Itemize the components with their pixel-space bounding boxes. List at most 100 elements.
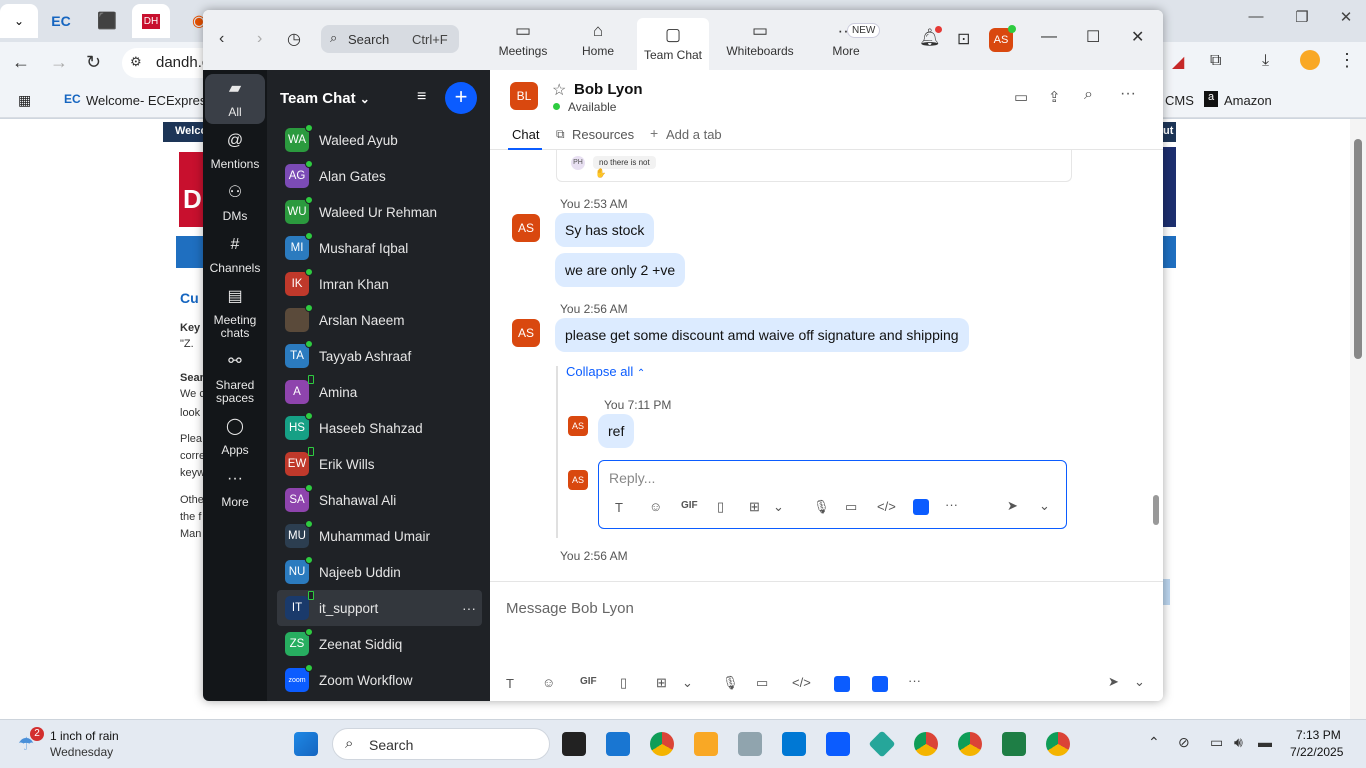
page-scrollbar-thumb[interactable] <box>1354 139 1362 359</box>
forward-icon[interactable]: → <box>50 52 68 73</box>
send-icon[interactable]: ➤ <box>1007 498 1018 514</box>
more-options-icon[interactable]: ··· <box>1120 85 1136 103</box>
app-icon[interactable] <box>913 499 929 515</box>
bookmark-amazon[interactable]: Amazon <box>1224 93 1272 108</box>
page-scrollbar[interactable] <box>1350 119 1366 719</box>
new-chat-button[interactable]: + <box>445 82 477 114</box>
screenshot-icon[interactable]: ⊞ <box>749 499 760 515</box>
chrome-profile-icon-3[interactable] <box>1046 732 1070 756</box>
video-message-icon[interactable]: ▭ <box>845 499 857 515</box>
contact-item[interactable]: TA Tayyab Ashraaf <box>277 338 482 374</box>
message-bubble[interactable]: please get some discount amd waive off s… <box>555 318 969 352</box>
contact-avatar[interactable]: BL <box>510 82 538 110</box>
video-call-icon[interactable]: ▭ <box>1014 88 1028 106</box>
rail-dms[interactable]: ⚇ DMs <box>205 185 265 223</box>
share-screen-icon[interactable]: ⇪ <box>1048 88 1061 106</box>
network-icon[interactable]: ⊘ <box>1178 734 1190 751</box>
nav-more[interactable]: ··· More <box>823 14 869 66</box>
window-close-button[interactable]: ✕ <box>1131 27 1144 47</box>
send-icon[interactable]: ➤ <box>1108 674 1119 690</box>
weather-title[interactable]: 1 inch of rain <box>50 729 119 743</box>
excel-icon[interactable] <box>1002 732 1026 756</box>
star-icon[interactable]: ☆ <box>552 80 566 100</box>
nav-home[interactable]: ⌂ Home <box>577 14 619 66</box>
file-icon[interactable]: ▯ <box>620 675 627 691</box>
filter-icon[interactable]: ≡ <box>417 88 426 106</box>
browser-minimize-button[interactable]: — <box>1236 8 1276 32</box>
reply-input[interactable]: Reply... <box>609 470 655 486</box>
more-icon[interactable]: ··· <box>908 673 921 688</box>
contact-item[interactable]: MU Muhammad Umair <box>277 518 482 554</box>
rail-all[interactable]: ▰ All <box>205 74 265 124</box>
app-diamond-icon[interactable] <box>868 730 896 758</box>
browser-maximize-button[interactable]: ❐ <box>1282 8 1322 32</box>
chevron-up-icon[interactable]: ⌃ <box>1148 734 1160 751</box>
contact-item[interactable]: IT it_support ··· <box>277 590 482 626</box>
rail-more[interactable]: ··· More <box>205 471 265 509</box>
gif-icon[interactable]: GIF <box>681 500 698 511</box>
chat-scrollbar[interactable] <box>1152 150 1160 581</box>
contact-item[interactable]: AG Alan Gates <box>277 158 482 194</box>
browser-tab-2[interactable]: ⬛ <box>88 4 126 38</box>
more-options-icon[interactable]: ··· <box>462 600 476 616</box>
task-view-icon[interactable] <box>562 732 586 756</box>
tab-resources[interactable]: Resources <box>572 127 634 142</box>
window-minimize-button[interactable]: — <box>1041 28 1057 46</box>
contact-item[interactable]: SA Shahawal Ali <box>277 482 482 518</box>
display-icon[interactable]: ▭ <box>1210 734 1223 751</box>
chevron-down-icon[interactable]: ⌄ <box>773 499 784 515</box>
chrome-profile-icon-2[interactable] <box>958 732 982 756</box>
search-chat-icon[interactable]: ⌕ <box>1084 86 1093 104</box>
back-icon[interactable]: ← <box>12 52 30 73</box>
calendar-icon[interactable]: ⊡ <box>957 29 970 49</box>
taskbar-search[interactable]: ⌕ Search <box>332 728 550 760</box>
emoji-icon[interactable]: ☺ <box>649 499 662 514</box>
address-bar[interactable]: ⚙ dandh.c <box>122 48 209 78</box>
app-icon-2[interactable] <box>872 676 888 692</box>
rail-shared-spaces[interactable]: ⚯ Shared spaces <box>205 354 265 405</box>
reply-bubble[interactable]: ref <box>598 414 635 448</box>
rail-channels[interactable]: # Channels <box>205 237 265 275</box>
chevron-down-icon[interactable]: ⌄ <box>1134 674 1145 690</box>
microphone-icon[interactable]: 🎙︎ <box>813 499 830 515</box>
battery-icon[interactable]: ▬ <box>1258 734 1272 750</box>
apps-grid-icon[interactable]: ▦ <box>18 92 31 109</box>
browser-menu-icon[interactable]: ⋮ <box>1338 50 1356 71</box>
file-icon[interactable]: ▯ <box>717 499 724 515</box>
contact-name[interactable]: Bob Lyon <box>574 81 643 98</box>
download-icon[interactable]: ⤓ <box>1262 52 1269 70</box>
contact-item[interactable]: WU Waleed Ur Rehman <box>277 194 482 230</box>
contact-item[interactable]: zoom Zoom Workflow <box>277 662 482 698</box>
reply-box[interactable]: Reply... T ☺ GIF ▯ ⊞ ⌄ 🎙︎ ▭ </> ··· ➤ ⌄ <box>598 460 1067 529</box>
volume-icon[interactable]: 🔊︎ <box>1234 734 1243 751</box>
chrome-profile-icon[interactable] <box>914 732 938 756</box>
outlook-icon[interactable] <box>782 732 806 756</box>
rail-mentions[interactable]: @ Mentions <box>205 133 265 171</box>
site-info-icon[interactable]: ⚙ <box>130 54 142 70</box>
nav-meetings[interactable]: ▭ Meetings <box>495 14 551 66</box>
window-maximize-button[interactable]: ☐ <box>1086 27 1100 47</box>
message-bubble[interactable]: we are only 2 +ve <box>555 253 686 287</box>
contact-item[interactable]: A Amina <box>277 374 482 410</box>
profile-avatar[interactable] <box>1300 50 1320 70</box>
collapse-all-link[interactable]: Collapse all ⌃ <box>566 364 645 379</box>
contact-item[interactable]: ZS Zeenat Siddiq <box>277 626 482 662</box>
reload-icon[interactable]: ↻ <box>86 52 101 73</box>
video-message-icon[interactable]: ▭ <box>756 675 768 691</box>
pdf-extension-icon[interactable]: ◢ <box>1172 52 1184 72</box>
chevron-down-icon[interactable]: ⌄ <box>682 675 693 691</box>
contact-item[interactable]: IK Imran Khan <box>277 266 482 302</box>
rail-meeting-chats[interactable]: ▤ Meeting chats <box>205 289 265 340</box>
chrome-icon[interactable] <box>650 732 674 756</box>
clock-time[interactable]: 7:13 PM <box>1296 728 1341 742</box>
zoom-search-box[interactable]: ⌕ Search Ctrl+F <box>321 25 459 53</box>
browser-close-button[interactable]: ✕ <box>1326 8 1366 32</box>
app-icon[interactable] <box>834 676 850 692</box>
browser-tab-ec[interactable]: EC <box>42 4 80 38</box>
file-explorer-icon[interactable] <box>694 732 718 756</box>
contact-item[interactable]: Arslan Naeem <box>277 302 482 338</box>
reaction-icon[interactable]: ✋ <box>595 168 606 179</box>
forward-icon[interactable]: › <box>257 30 262 48</box>
contact-item[interactable]: EW Erik Wills <box>277 446 482 482</box>
code-icon[interactable]: </> <box>877 499 896 514</box>
